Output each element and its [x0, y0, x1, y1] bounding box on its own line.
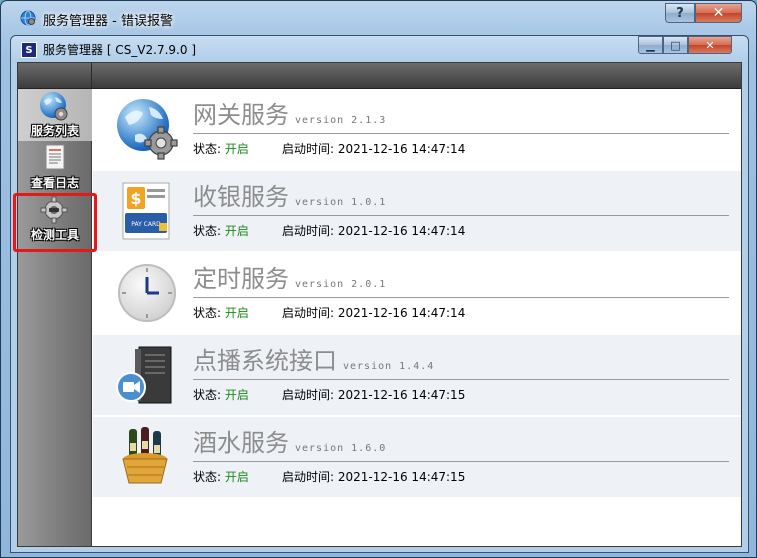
- service-divider: [193, 461, 729, 462]
- service-start-time: 启动时间: 2021-12-16 14:47:14: [282, 142, 466, 156]
- inner-window: S 服务管理器 [ CS_V2.7.9.0 ] ▁ □ ✕ 服务列表 查看日志 …: [10, 35, 749, 553]
- sidebar-item-check-tools[interactable]: 检测工具: [18, 193, 92, 245]
- service-name: 网关服务 version 2.1.3: [193, 101, 387, 129]
- pay-card-text: PAY CARD: [131, 221, 161, 228]
- service-divider: [193, 297, 729, 298]
- globe-gear-icon: [40, 92, 68, 121]
- service-row-cashier[interactable]: $ PAY CARD 收银服务 version 1.0.1 状态: 开启 启动时间…: [93, 171, 741, 251]
- help-button[interactable]: ?: [665, 3, 695, 23]
- service-name: 酒水服务 version 1.6.0: [193, 429, 387, 457]
- header-strip: [18, 63, 741, 89]
- service-start-time: 启动时间: 2021-12-16 14:47:14: [282, 224, 466, 238]
- service-divider: [193, 133, 729, 134]
- header-separator: [91, 63, 92, 89]
- status-value: 开启: [224, 142, 249, 156]
- service-status: 状态: 开启: [193, 224, 249, 238]
- service-list: 网关服务 version 2.1.3 状态: 开启 启动时间: 2021-12-1…: [93, 89, 741, 546]
- server-camera-icon: [116, 346, 172, 404]
- service-start-time: 启动时间: 2021-12-16 14:47:15: [282, 470, 466, 484]
- service-row-timer[interactable]: 定时服务 version 2.0.1 状态: 开启 启动时间: 2021-12-1…: [93, 253, 741, 333]
- service-start-time: 启动时间: 2021-12-16 14:47:14: [282, 306, 466, 320]
- status-value: 开启: [224, 306, 249, 320]
- sidebar-item-label: 检测工具: [30, 228, 79, 242]
- service-row-vod-interface[interactable]: 点播系统接口 version 1.4.4 状态: 开启 启动时间: 2021-12…: [93, 335, 741, 415]
- log-document-icon: [45, 144, 65, 170]
- sidebar-item-label: 查看日志: [30, 176, 79, 190]
- inner-window-title: 服务管理器 [ CS_V2.7.9.0 ]: [43, 43, 196, 57]
- service-version: version 1.6.0: [295, 443, 387, 454]
- service-name: 收银服务 version 1.0.1: [193, 183, 387, 211]
- sidebar-item-service-list[interactable]: 服务列表: [18, 89, 92, 141]
- service-status: 状态: 开启: [193, 142, 249, 156]
- client-area: 服务列表 查看日志 检测工具 网关服务 version 2.1.3 状态: 开启…: [17, 62, 742, 547]
- gear-tool-icon: [40, 196, 68, 224]
- wine-basket-icon: [122, 427, 168, 484]
- status-value: 开启: [224, 224, 249, 238]
- service-version: version 1.0.1: [295, 197, 387, 208]
- outer-close-button[interactable]: ✕: [695, 3, 742, 23]
- status-value: 开启: [224, 388, 249, 402]
- service-name: 定时服务 version 2.0.1: [193, 265, 387, 293]
- service-divider: [193, 215, 729, 216]
- service-status: 状态: 开启: [193, 470, 249, 484]
- globe-gear-icon: [117, 99, 178, 160]
- status-value: 开启: [224, 470, 249, 484]
- service-divider: [193, 379, 729, 380]
- service-version: version 2.0.1: [295, 279, 387, 290]
- clock-icon: [118, 264, 176, 322]
- service-name: 点播系统接口 version 1.4.4: [193, 347, 435, 375]
- window-controls: ▁ □ ✕: [638, 36, 732, 54]
- sidebar: 服务列表 查看日志 检测工具: [18, 89, 92, 546]
- app-globe-icon: [20, 10, 36, 26]
- svg-text:$: $: [130, 189, 141, 208]
- pay-card-icon: $ PAY CARD: [122, 182, 170, 240]
- outer-titlebar[interactable]: 服务管理器 - 错误报警 ? ✕: [1, 1, 756, 35]
- outer-window: 服务管理器 - 错误报警 ? ✕ S 服务管理器 [ CS_V2.7.9.0 ]…: [0, 0, 757, 558]
- service-row-drinks[interactable]: 酒水服务 version 1.6.0 状态: 开启 启动时间: 2021-12-1…: [93, 417, 741, 497]
- close-button[interactable]: ✕: [688, 36, 732, 54]
- maximize-button[interactable]: □: [663, 36, 688, 54]
- outer-window-title: 服务管理器 - 错误报警: [43, 14, 173, 29]
- service-status: 状态: 开启: [193, 306, 249, 320]
- service-row-gateway[interactable]: 网关服务 version 2.1.3 状态: 开启 启动时间: 2021-12-1…: [93, 89, 741, 169]
- app-icon: S: [21, 42, 37, 58]
- service-version: version 1.4.4: [343, 361, 435, 372]
- sidebar-item-view-log[interactable]: 查看日志: [18, 141, 92, 193]
- sidebar-item-label: 服务列表: [30, 124, 79, 138]
- minimize-button[interactable]: ▁: [638, 36, 663, 54]
- service-start-time: 启动时间: 2021-12-16 14:47:15: [282, 388, 466, 402]
- service-version: version 2.1.3: [295, 115, 387, 126]
- service-status: 状态: 开启: [193, 388, 249, 402]
